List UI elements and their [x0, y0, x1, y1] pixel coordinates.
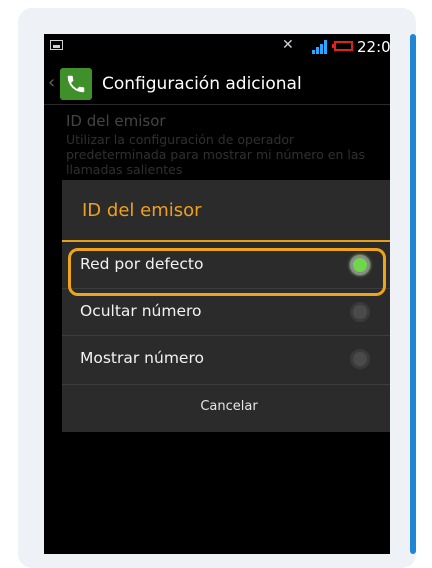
action-bar-divider	[44, 104, 390, 105]
phone-icon[interactable]	[60, 68, 92, 100]
status-bar: ✕ 22:09	[44, 34, 390, 60]
option-mostrar-numero[interactable]: Mostrar número	[62, 336, 390, 382]
status-time: 22:09	[357, 38, 390, 56]
caller-id-dialog: ID del emisor Red por defecto Ocultar nú…	[62, 180, 390, 432]
frame-accent-bar	[410, 34, 416, 554]
option-label: Ocultar número	[80, 302, 202, 320]
cancel-button[interactable]: Cancelar	[62, 386, 390, 432]
battery-icon	[332, 41, 353, 51]
action-bar-title: Configuración adicional	[102, 74, 302, 94]
row-divider	[62, 384, 390, 385]
option-label: Mostrar número	[80, 349, 204, 367]
action-bar[interactable]: ‹ Configuración adicional	[44, 64, 390, 106]
back-chevron-icon[interactable]: ‹	[48, 72, 55, 93]
mute-icon: ✕	[282, 37, 294, 53]
radio-unchecked-icon[interactable]	[350, 349, 370, 369]
dialog-title: ID del emisor	[82, 200, 202, 221]
screenshot-icon	[50, 40, 63, 50]
highlight-annotation	[68, 248, 386, 296]
signal-icon	[312, 40, 328, 54]
cancel-label: Cancelar	[200, 399, 258, 414]
radio-unchecked-icon[interactable]	[350, 302, 370, 322]
